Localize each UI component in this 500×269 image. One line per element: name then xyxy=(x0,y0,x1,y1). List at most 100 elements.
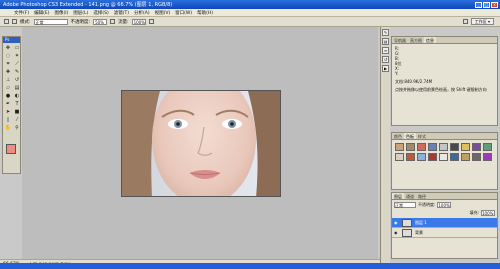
layer-name: 背景 xyxy=(415,229,423,235)
shape-tool-icon[interactable]: ■ xyxy=(13,108,21,115)
color-swatch[interactable] xyxy=(406,153,415,161)
tab-layers[interactable]: 图层 xyxy=(392,193,404,199)
slice-tool-icon[interactable]: ⟋ xyxy=(13,60,21,67)
tab-color[interactable]: 颜色 xyxy=(392,133,404,139)
fill-field[interactable]: 100% xyxy=(481,210,495,216)
history-panel-icon[interactable]: ↺ xyxy=(382,56,389,63)
notes-tool-icon[interactable]: ▯ xyxy=(4,116,12,123)
color-swatch[interactable] xyxy=(472,153,481,161)
tool-grid: ✥ ▭ ◌ ✶ ⌗ ⟋ ✚ ✎ ⊥ ↺ ▱ ▤ ● ◐ ✒ T ➤ ■ ▯ ⁄ … xyxy=(3,43,20,132)
hand-tool-icon[interactable]: ✋ xyxy=(4,124,12,131)
brushes-palette-icon[interactable] xyxy=(462,19,468,24)
tab-info[interactable]: 信息 xyxy=(424,37,436,43)
type-tool-icon[interactable]: T xyxy=(13,100,21,107)
flow-field[interactable]: 100% xyxy=(131,18,146,25)
move-tool-icon[interactable]: ✥ xyxy=(4,44,12,51)
color-swatch[interactable] xyxy=(461,153,470,161)
eyedropper-tool-icon[interactable]: ⁄ xyxy=(13,116,21,123)
color-swatch[interactable] xyxy=(461,143,470,151)
color-swatch[interactable] xyxy=(395,143,404,151)
brushes-panel-icon[interactable]: ✎ xyxy=(382,29,389,36)
brush-picker[interactable] xyxy=(12,19,17,24)
history-brush-icon[interactable]: ↺ xyxy=(13,76,21,83)
close-button[interactable]: × xyxy=(491,1,498,8)
color-swatch[interactable] xyxy=(439,153,448,161)
visibility-eye-icon[interactable]: ◉ xyxy=(394,220,399,225)
tool-preset-picker[interactable] xyxy=(4,19,9,24)
minimize-button[interactable]: _ xyxy=(475,1,482,8)
info-hint: 点按并拖移以使用前景色绘画，按 Shift 键限制方向 xyxy=(395,87,487,92)
blend-mode-select[interactable]: 正常 xyxy=(394,202,416,208)
layer-name: 图层 1 xyxy=(415,219,427,225)
color-swatch[interactable] xyxy=(406,143,415,151)
menu-layer[interactable]: 图层(L) xyxy=(73,10,88,16)
layer-thumbnail xyxy=(402,228,412,237)
color-swatch[interactable] xyxy=(483,143,492,151)
color-swatch[interactable] xyxy=(428,143,437,151)
document-image[interactable] xyxy=(121,90,281,197)
tab-navigator[interactable]: 导航器 xyxy=(392,37,408,43)
mode-select[interactable]: 正常 xyxy=(33,18,68,25)
zoom-tool-icon[interactable]: ⚲ xyxy=(13,124,21,131)
layers-controls: 正常 不透明度: 100% xyxy=(392,200,497,210)
tab-styles[interactable]: 样式 xyxy=(416,133,428,139)
options-bar: 模式: 正常 不透明度: 50% 流量: 100% 工作区 ▾ xyxy=(0,17,500,27)
color-swatch[interactable] xyxy=(439,143,448,151)
menu-filter[interactable]: 滤镜(T) xyxy=(114,10,129,16)
tab-swatches[interactable]: 色板 xyxy=(404,133,416,139)
color-swatch[interactable] xyxy=(450,143,459,151)
menu-analysis[interactable]: 分析(A) xyxy=(134,10,150,16)
magic-wand-tool-icon[interactable]: ✶ xyxy=(13,52,21,59)
pen-tool-icon[interactable]: ✒ xyxy=(4,100,12,107)
healing-brush-icon[interactable]: ✚ xyxy=(4,68,12,75)
layer-comps-icon[interactable]: ≡ xyxy=(382,47,389,54)
title-bar: Adobe Photoshop CS3 Extended - 141.png @… xyxy=(0,0,500,9)
color-swatch[interactable] xyxy=(428,153,437,161)
menu-view[interactable]: 视图(V) xyxy=(155,10,171,16)
color-swatch[interactable] xyxy=(472,143,481,151)
foreground-color-swatch[interactable] xyxy=(6,144,16,154)
brush-tool-icon[interactable]: ✎ xyxy=(13,68,21,75)
marquee-tool-icon[interactable]: ▭ xyxy=(13,44,21,51)
tablet-pressure-toggle[interactable] xyxy=(148,19,154,24)
color-swatch[interactable] xyxy=(450,153,459,161)
opacity-label: 不透明度: xyxy=(70,19,91,25)
layers-panel-tabs: 图层 通道 路径 xyxy=(392,193,497,200)
actions-panel-icon[interactable]: ▶ xyxy=(382,65,389,72)
swatch-grid xyxy=(392,140,497,164)
path-selection-icon[interactable]: ➤ xyxy=(4,108,12,115)
portrait-photo xyxy=(122,91,280,196)
fill-label: 填充: xyxy=(469,210,479,215)
menu-edit[interactable]: 编辑(E) xyxy=(34,10,49,16)
menu-image[interactable]: 图像(I) xyxy=(54,10,68,16)
eraser-tool-icon[interactable]: ▱ xyxy=(4,84,12,91)
lasso-tool-icon[interactable]: ◌ xyxy=(4,52,12,59)
layer-opacity-field[interactable]: 100% xyxy=(437,202,452,208)
info-y-label: Y: xyxy=(395,71,399,76)
menu-select[interactable]: 选择(S) xyxy=(93,10,108,16)
color-swatch[interactable] xyxy=(417,143,426,151)
color-swatch[interactable] xyxy=(417,153,426,161)
airbrush-toggle[interactable] xyxy=(110,19,116,24)
maximize-button[interactable]: □ xyxy=(483,1,490,8)
menu-bar: 文件(F) 编辑(E) 图像(I) 图层(L) 选择(S) 滤镜(T) 分析(A… xyxy=(0,9,500,17)
clone-stamp-icon[interactable]: ⊥ xyxy=(4,76,12,83)
crop-tool-icon[interactable]: ⌗ xyxy=(4,60,12,67)
tab-channels[interactable]: 通道 xyxy=(404,193,416,199)
tab-histogram[interactable]: 直方图 xyxy=(408,37,424,43)
menu-file[interactable]: 文件(F) xyxy=(14,10,29,16)
color-swatch[interactable] xyxy=(395,153,404,161)
opacity-field[interactable]: 50% xyxy=(93,18,108,25)
layer-row[interactable]: ◉ 图层 1 xyxy=(392,218,497,228)
layer-row[interactable]: ◉ 背景 xyxy=(392,228,497,238)
menu-window[interactable]: 窗口(W) xyxy=(175,10,192,16)
tab-paths[interactable]: 路径 xyxy=(416,193,428,199)
color-swatch[interactable] xyxy=(483,153,492,161)
visibility-eye-icon[interactable]: ◉ xyxy=(394,230,399,235)
menu-help[interactable]: 帮助(H) xyxy=(197,10,213,16)
tool-presets-icon[interactable]: ▤ xyxy=(382,38,389,45)
dodge-tool-icon[interactable]: ◐ xyxy=(13,92,21,99)
workspace-button[interactable]: 工作区 ▾ xyxy=(470,18,494,25)
gradient-tool-icon[interactable]: ▤ xyxy=(13,84,21,91)
blur-tool-icon[interactable]: ● xyxy=(4,92,12,99)
